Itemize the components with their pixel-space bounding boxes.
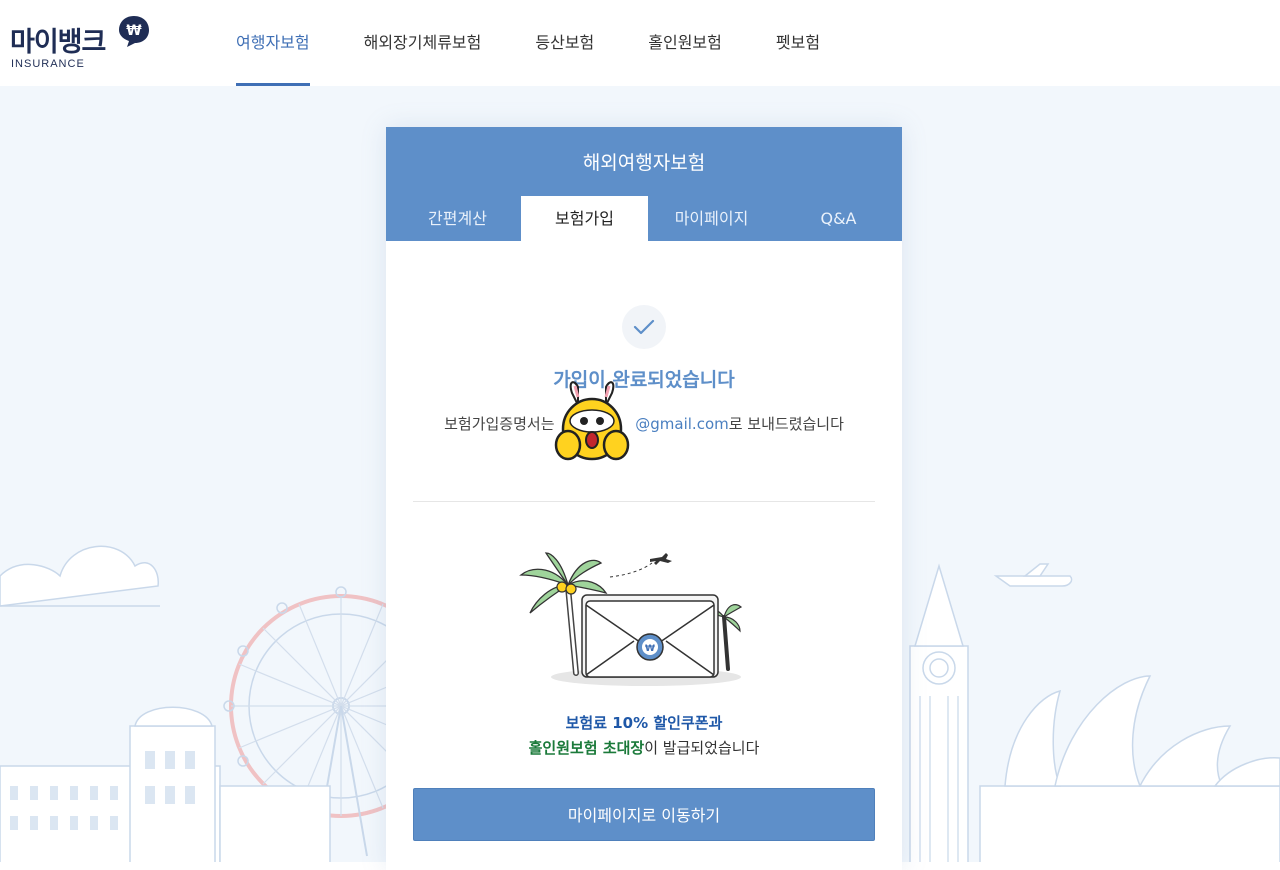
go-to-mypage-button[interactable]: 마이페이지로 이동하기 (413, 788, 875, 841)
nav-item-overseas-stay[interactable]: 해외장기체류보험 (364, 0, 482, 86)
coupon-message: 보험료 10% 할인쿠폰과 (565, 714, 723, 732)
completion-title: 가입이 완료되었습니다 (553, 369, 735, 391)
card-title: 해외여행자보험 (582, 152, 706, 174)
svg-text:₩: ₩ (645, 644, 655, 654)
tab-signup[interactable]: 보험가입 (521, 196, 648, 241)
brand-name: 마이뱅크 (10, 27, 106, 58)
card-header: 해외여행자보험 간편계산 보험가입 마이페이지 Q&A (386, 127, 902, 241)
invitation-highlight: 홀인원보험 초대장 (528, 739, 645, 757)
brand-logo[interactable]: 마이뱅크 INSURANCE ₩ (10, 14, 160, 74)
desc-suffix: 로 보내드렸습니다 (728, 415, 844, 433)
section-divider (413, 501, 875, 502)
email-address: @gmail.com (635, 415, 729, 433)
brand-sub: INSURANCE (11, 58, 85, 70)
coupon-envelope-illustration: ₩ (519, 552, 743, 686)
invitation-suffix: 이 발급되었습니다 (644, 739, 760, 757)
invitation-message: 홀인원보험 초대장이 발급되었습니다 (386, 737, 902, 758)
nav-item-pet[interactable]: 펫보험 (776, 0, 820, 86)
certificate-sent-message: 보험가입증명서는 @gmail.com로 보내드렸습니다 (386, 413, 902, 434)
site-header: 마이뱅크 INSURANCE ₩ 여행자보험 해외장기체류보험 등산보험 홀인원… (0, 0, 1280, 86)
nav-item-hiking[interactable]: 등산보험 (535, 0, 594, 86)
nav-item-travel[interactable]: 여행자보험 (236, 0, 310, 86)
desc-prefix: 보험가입증명서는 (444, 415, 560, 433)
won-bubble-icon: ₩ (119, 16, 149, 47)
main-nav: 여행자보험 해외장기체류보험 등산보험 홀인원보험 펫보험 (236, 0, 874, 86)
tab-qna[interactable]: Q&A (775, 196, 902, 241)
svg-text:₩: ₩ (126, 23, 142, 39)
signup-complete-card: 해외여행자보험 간편계산 보험가입 마이페이지 Q&A 가입이 완료되었습니다 … (386, 127, 902, 870)
card-tabs: 간편계산 보험가입 마이페이지 Q&A (394, 196, 902, 241)
tab-mypage[interactable]: 마이페이지 (648, 196, 775, 241)
nav-item-hole-in-one[interactable]: 홀인원보험 (648, 0, 722, 86)
check-icon (622, 305, 666, 349)
rabbit-mascot-icon (554, 381, 630, 461)
tab-quick-calc[interactable]: 간편계산 (394, 196, 521, 241)
